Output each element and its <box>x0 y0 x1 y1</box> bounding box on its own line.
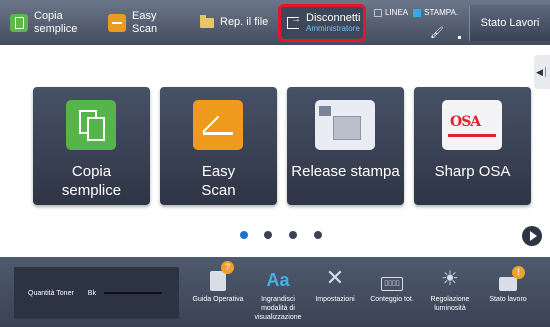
logout-label: Disconnetti <box>306 12 361 24</box>
shortcut-guide[interactable]: Guida Operativa <box>186 261 250 325</box>
shortcut-job-status[interactable]: Stato lavoro <box>480 261 536 325</box>
printer-icon <box>315 100 375 150</box>
scan-icon <box>108 13 126 32</box>
bottom-bar: Quantità Toner Bk Guida Operativa Aa Ing… <box>0 257 550 327</box>
copy-label-line1: Copia <box>34 9 63 22</box>
tile-copy[interactable]: Copia semplice <box>33 87 150 205</box>
logout-button[interactable]: Disconnetti Amministratore <box>278 4 366 42</box>
rep-file-button[interactable]: Rep. il file <box>196 0 272 45</box>
easy-scan-shortcut-button[interactable]: Easy Scan <box>104 0 161 45</box>
shortcut-settings-label: Impostazioni <box>315 296 355 303</box>
job-status-button[interactable]: Stato Lavori <box>469 5 550 41</box>
page-indicator-1[interactable] <box>240 231 248 239</box>
folder-icon <box>200 14 214 28</box>
shortcut-job-status-label: Stato lavoro <box>489 296 527 303</box>
tile-sharp-osa[interactable]: OSA Sharp OSA <box>414 87 531 205</box>
status-indicators: LINEA STAMPA. <box>374 8 458 17</box>
tile-release-print[interactable]: Release stampa <box>287 87 404 205</box>
scan-shortcut-label: Easy Scan <box>132 10 157 36</box>
copy-shortcut-label: Copia semplice <box>34 10 77 36</box>
copy-icon <box>10 13 28 32</box>
brightness-icon: ☀ <box>441 268 459 290</box>
scan-label-line1: Easy <box>132 9 157 22</box>
top-bar: Copia semplice Easy Scan Rep. il file Di… <box>0 0 550 45</box>
print-indicator-icon <box>413 8 422 17</box>
tile-scan-label: Easy Scan <box>160 162 277 200</box>
shortcut-magnify[interactable]: Aa Ingrandisci modalità di visualizzazio… <box>249 261 307 325</box>
tile-scan-label-line1: Easy <box>201 163 236 180</box>
page-indicator-2[interactable] <box>264 231 272 239</box>
tile-osa-label: Sharp OSA <box>434 163 511 180</box>
shortcut-magnify-label: Ingrandisci modalità di visualizzazione <box>254 296 302 321</box>
maintenance-icon: 🖌 <box>430 27 444 39</box>
job-status-icon <box>499 266 525 291</box>
tile-copy-label: Copia semplice <box>33 162 150 200</box>
tile-release-label: Release stampa <box>291 163 400 180</box>
osa-logo-text: OSA <box>450 114 481 130</box>
print-label: STAMPA. <box>424 8 459 17</box>
scan-label-line2: Scan <box>132 22 158 35</box>
shortcut-brightness-label: Regolazione luminosità <box>430 296 470 312</box>
shortcut-counter-label: Conteggio tot. <box>370 296 414 303</box>
tile-scan-label-line2: Scan <box>201 182 236 199</box>
magnify-text-icon: Aa <box>266 270 290 290</box>
tile-easy-scan[interactable]: Easy Scan <box>160 87 277 205</box>
tile-copy-label-line1: Copia <box>71 163 112 180</box>
line-indicator-icon <box>374 8 382 17</box>
shortcut-guide-label: Guida Operativa <box>192 296 244 303</box>
side-panel-toggle[interactable]: ◀⏐ <box>534 55 550 89</box>
shortcut-settings[interactable]: ✕ Impostazioni <box>308 261 362 325</box>
osa-logo-underline <box>448 134 496 137</box>
page-indicator-3[interactable] <box>289 231 297 239</box>
logged-user-label: Amministratore <box>306 24 360 33</box>
logout-text: Disconnetti Amministratore <box>306 12 360 34</box>
logout-icon <box>287 14 301 29</box>
toner-level: Quantità Toner Bk <box>14 267 179 319</box>
toner-label: Quantità Toner <box>28 289 74 297</box>
shortcut-counter[interactable]: ▯▯▯▯ Conteggio tot. <box>364 261 420 325</box>
copy-icon <box>66 100 116 150</box>
line-label: LINEA <box>385 8 409 17</box>
collapse-arrow-icon: ◀⏐ <box>535 66 548 77</box>
scan-icon <box>193 100 243 150</box>
home-screen: Copia semplice Easy Scan Rep. il file Di… <box>0 0 550 327</box>
help-book-icon <box>210 261 234 291</box>
toner-color-label: Bk <box>87 289 96 297</box>
shortcut-brightness[interactable]: ☀ Regolazione luminosità <box>422 261 478 325</box>
tile-copy-label-line2: semplice <box>61 182 122 199</box>
settings-tools-icon: ✕ <box>325 265 345 290</box>
copy-label-line2: semplice <box>34 22 78 35</box>
toner-bar <box>103 292 162 294</box>
copy-shortcut-button[interactable]: Copia semplice <box>6 0 81 45</box>
next-page-button[interactable] <box>522 226 542 246</box>
rep-file-label: Rep. il file <box>220 16 269 28</box>
osa-icon: OSA <box>442 100 502 150</box>
home-main-area: ◀⏐ Copia semplice Easy Scan Release stam… <box>0 45 550 257</box>
page-indicator-4[interactable] <box>314 231 322 239</box>
indicator-dot <box>458 36 461 39</box>
counter-icon: ▯▯▯▯ <box>381 277 403 291</box>
